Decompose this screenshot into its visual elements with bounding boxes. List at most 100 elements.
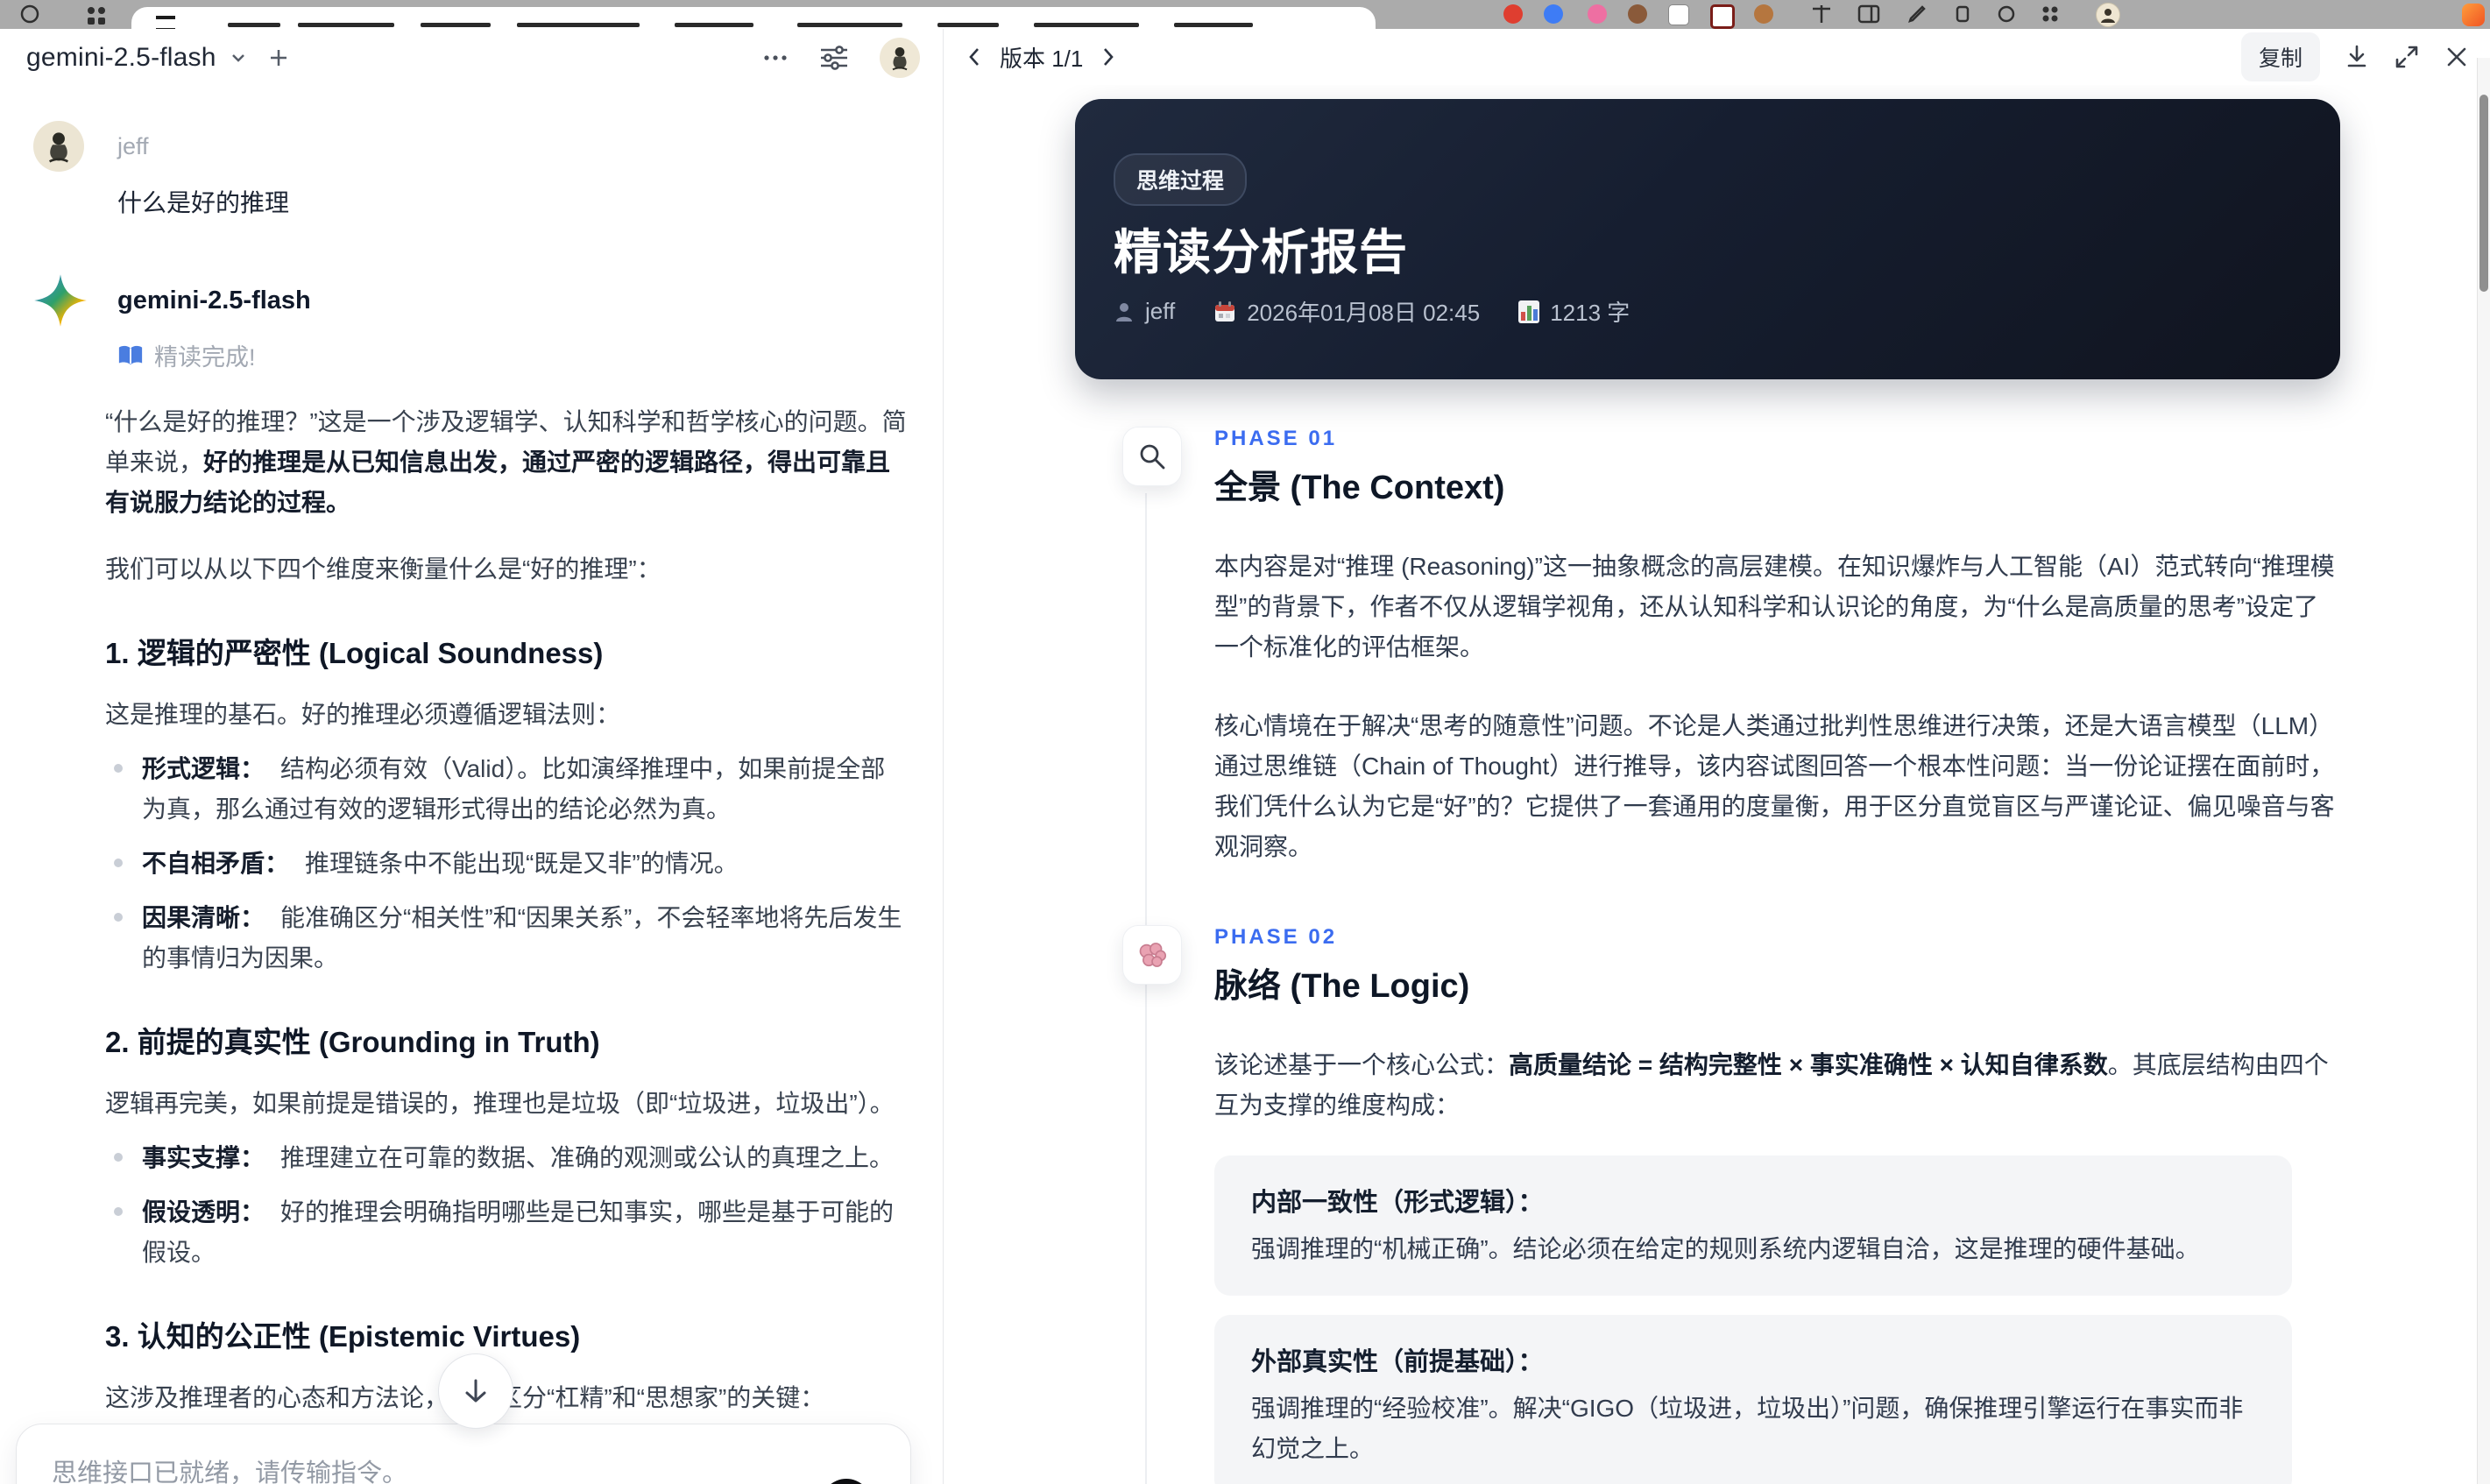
phase-paragraph: 本内容是对“推理 (Reasoning)”这一抽象概念的高层建模。在知识爆炸与人… <box>1214 553 2335 661</box>
report-meta: jeff 2026年01月08日 02:45 1213 字 <box>1114 295 1630 328</box>
phase-label: PHASE 02 <box>1214 925 1338 949</box>
assistant-name: gemini-2.5-flash <box>117 286 311 314</box>
url-text-fragment <box>1034 23 1139 27</box>
copy-button[interactable]: 复制 <box>2240 32 2320 81</box>
assistant-message: gemini-2.5-flash 精读完成! “什么是好的推理？”这是一个涉及逻… <box>33 273 916 1484</box>
extensions-icon[interactable] <box>2038 4 2062 25</box>
menu-icon <box>156 16 175 29</box>
chevron-down-icon[interactable] <box>229 48 248 67</box>
browser-app-icon[interactable] <box>2462 4 2485 26</box>
report-hero-card: 思维过程 精读分析报告 jeff 2026年01月08日 02:45 1213 … <box>1075 99 2340 379</box>
author-meta: jeff <box>1114 298 1175 325</box>
scrollbar-thumb[interactable] <box>2479 95 2488 292</box>
download-button[interactable] <box>2345 44 2369 70</box>
favicon-red[interactable] <box>1503 4 1523 24</box>
section-lead-1: 这是推理的基石。好的推理必须遵循逻辑法则： <box>105 701 621 728</box>
user-avatar[interactable] <box>880 38 920 78</box>
magnifier-icon <box>1122 427 1182 486</box>
favicon-brown[interactable] <box>1628 4 1647 24</box>
phase-title: 脉络 (The Logic) <box>1214 968 1470 1005</box>
url-text-fragment <box>1174 23 1253 27</box>
composer: 思维接口已就绪，请传输指令。 <box>16 1424 911 1484</box>
list-item: 形式逻辑： 结构必须有效（Valid）。比如演绎推理中，如果前提全部为真，那么通过… <box>105 749 908 830</box>
favicon-blue[interactable] <box>1544 4 1563 24</box>
calendar-icon <box>1213 300 1236 323</box>
report-type-badge: 思维过程 <box>1114 153 1248 206</box>
split-view-icon[interactable] <box>1810 4 1833 25</box>
version-next-button[interactable] <box>1099 46 1118 68</box>
history-icon[interactable] <box>19 4 40 25</box>
url-text-fragment <box>421 23 491 27</box>
reload-icon[interactable] <box>1996 4 2017 25</box>
version-label: 版本 1/1 <box>1000 45 1084 72</box>
chat-panel: gemini-2.5-flash jeff 什么是好的推理 gemini-2.5… <box>0 29 943 1484</box>
user-avatar <box>33 121 84 172</box>
user-message: jeff 什么是好的推理 <box>33 121 916 219</box>
url-text-fragment <box>228 23 280 27</box>
card-body: 强调推理的“机械正确”。结论必须在给定的规则系统内逻辑自洽，这是推理的硬件基础。 <box>1251 1235 2200 1262</box>
section-heading-1: 1. 逻辑的严密性 (Logical Soundness) <box>105 637 604 669</box>
arrow-down-icon <box>460 1375 492 1407</box>
user-message-text: 什么是好的推理 <box>117 189 290 216</box>
sliders-icon[interactable] <box>818 43 850 73</box>
tab-grid-icon[interactable] <box>84 4 109 25</box>
section-lead-2: 逻辑再完美，如果前提是错误的，推理也是垃圾（即“垃圾进，垃圾出”）。 <box>105 1090 895 1117</box>
chart-icon <box>1518 300 1540 323</box>
app-window: gemini-2.5-flash jeff 什么是好的推理 gemini-2.5… <box>0 0 2490 1484</box>
logic-card-2: 外部真实性（前提基础）： 强调推理的“经验校准”。解决“GIGO（垃圾进，垃圾出… <box>1214 1315 2292 1484</box>
chat-scroll-area[interactable]: jeff 什么是好的推理 gemini-2.5-flash 精读完成! “什么是… <box>0 116 943 1484</box>
model-selector[interactable]: gemini-2.5-flash <box>26 43 216 73</box>
expand-icon[interactable] <box>2394 44 2420 70</box>
list-item: 假设透明： 好的推理会明确指明哪些是已知事实，哪些是基于可能的假设。 <box>105 1192 908 1273</box>
gemini-star-icon <box>33 273 88 328</box>
url-text-fragment <box>675 23 753 27</box>
composer-input[interactable]: 思维接口已就绪，请传输指令。 <box>52 1452 875 1484</box>
browser-profile-avatar[interactable] <box>2096 3 2120 27</box>
assistant-status: 精读完成! <box>117 338 916 372</box>
user-name: jeff <box>117 132 149 159</box>
date-meta: 2026年01月08日 02:45 <box>1213 295 1480 328</box>
scroll-to-bottom-button[interactable] <box>438 1353 513 1429</box>
brain-icon <box>1122 925 1182 985</box>
report-scroll-area[interactable]: 思维过程 精读分析报告 jeff 2026年01月08日 02:45 1213 … <box>944 85 2478 1484</box>
card-title: 内部一致性（形式逻辑）： <box>1251 1189 1544 1217</box>
new-chat-button[interactable] <box>267 46 290 69</box>
more-options-icon[interactable] <box>762 53 789 62</box>
phase-section-1: PHASE 01 全景 (The Context) 本内容是对“推理 (Reas… <box>1122 427 2353 867</box>
sidebar-toggle-icon[interactable] <box>1857 4 1880 25</box>
intro-paragraph: “什么是好的推理？”这是一个涉及逻辑学、认知科学和哲学核心的问题。简单来说，好的… <box>105 408 907 516</box>
phase-section-2: PHASE 02 脉络 (The Logic) 该论述基于一个核心公式：高质量结… <box>1122 925 2353 1484</box>
word-count-meta: 1213 字 <box>1518 295 1630 328</box>
favicon-tan[interactable] <box>1754 4 1773 24</box>
list-item: 不自相矛盾： 推理链条中不能出现“既是又非”的情况。 <box>105 844 908 884</box>
phase-paragraph: 该论述基于一个核心公式：高质量结论 = 结构完整性 × 事实准确性 × 认知自律… <box>1214 1051 2329 1119</box>
card-body: 强调推理的“经验校准”。解决“GIGO（垃圾进，垃圾出）”问题，确保推理引擎运行… <box>1251 1395 2244 1462</box>
logic-cards: 内部一致性（形式逻辑）： 强调推理的“机械正确”。结论必须在给定的规则系统内逻辑… <box>1214 1155 2353 1484</box>
card-title: 外部真实性（前提基础）： <box>1251 1348 1544 1376</box>
report-panel: 版本 1/1 复制 思维过程 精读分析报告 jeff 2026年01月08日 0… <box>943 29 2490 1484</box>
phase-label: PHASE 01 <box>1214 427 1338 450</box>
report-header: 版本 1/1 复制 <box>944 29 2490 85</box>
logic-card-1: 内部一致性（形式逻辑）： 强调推理的“机械正确”。结论必须在给定的规则系统内逻辑… <box>1214 1155 2292 1296</box>
book-icon <box>117 344 144 367</box>
person-icon <box>1114 300 1135 323</box>
close-icon[interactable] <box>2444 45 2469 69</box>
download-tray-icon[interactable] <box>1952 4 1973 25</box>
chat-header: gemini-2.5-flash <box>0 29 943 87</box>
section-heading-3: 3. 认知的公正性 (Epistemic Virtues) <box>105 1320 581 1353</box>
favicon-pink[interactable] <box>1588 4 1607 24</box>
section-heading-2: 2. 前提的真实性 (Grounding in Truth) <box>105 1026 600 1058</box>
report-title: 精读分析报告 <box>1114 225 1409 279</box>
favicon-white[interactable] <box>1668 4 1689 25</box>
report-scrollbar[interactable] <box>2477 58 2490 1484</box>
url-text-fragment <box>517 23 640 27</box>
version-prev-button[interactable] <box>965 46 984 68</box>
browser-tab[interactable] <box>131 7 1376 29</box>
assistant-body: “什么是好的推理？”这是一个涉及逻辑学、认知科学和哲学核心的问题。简单来说，好的… <box>105 402 908 1484</box>
list-item: 事实支撑： 推理建立在可靠的数据、准确的观测或公认的真理之上。 <box>105 1138 908 1178</box>
url-text-fragment <box>797 23 902 27</box>
measure-line: 我们可以从以下四个维度来衡量什么是“好的推理”： <box>105 555 661 583</box>
list-item: 因果清晰： 能准确区分“相关性”和“因果关系”，不会轻率地将先后发生的事情归为因果… <box>105 898 908 979</box>
favicon-darkred[interactable] <box>1710 4 1735 29</box>
edit-icon[interactable] <box>1906 4 1928 25</box>
